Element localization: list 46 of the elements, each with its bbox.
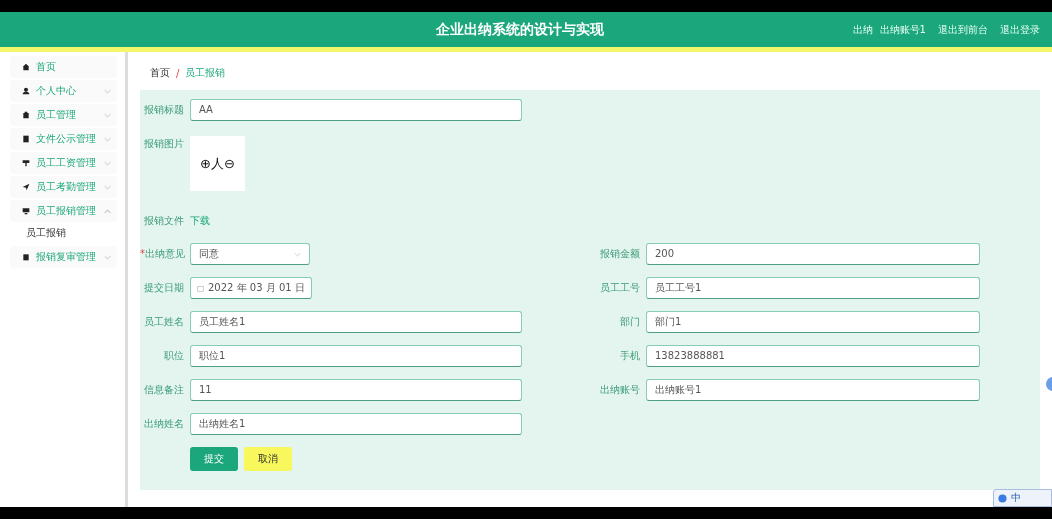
sidebar-subitem[interactable]: 员工报销 xyxy=(26,224,66,242)
chevron-icon xyxy=(294,251,301,257)
input-field[interactable]: 员工姓名1 xyxy=(190,311,522,333)
image-preview: ⊕人⊖ xyxy=(190,136,245,191)
field-label: 报销金额 xyxy=(599,247,640,261)
select-field[interactable]: 同意 xyxy=(190,243,310,265)
calendar-icon xyxy=(197,284,204,292)
field-label: 报销标题 xyxy=(143,103,184,117)
input-field[interactable]: 出纳姓名1 xyxy=(190,413,522,435)
user-info: 出纳 出纳账号1 xyxy=(853,22,926,37)
menu-item-icon xyxy=(22,87,30,95)
menu-item-icon xyxy=(22,183,30,191)
menu-item-icon xyxy=(22,135,30,143)
date-field[interactable]: 2022 年 03 月 01 日 xyxy=(190,277,312,299)
field-label: 手机 xyxy=(619,349,640,363)
ime-mode[interactable]: 中 xyxy=(1011,491,1021,505)
menu-item-icon xyxy=(22,159,30,167)
field-label: 报销文件 xyxy=(143,214,184,228)
input-field[interactable]: AA xyxy=(190,99,522,121)
field-label: 信息备注 xyxy=(143,383,184,397)
field-label: 职位 xyxy=(163,349,184,363)
input-field[interactable]: 部门1 xyxy=(646,311,980,333)
input-field[interactable]: 13823888881 xyxy=(646,345,980,367)
breadcrumb-item[interactable]: 首页 xyxy=(150,66,170,80)
input-field[interactable]: 11 xyxy=(190,379,522,401)
menu-item-icon xyxy=(22,207,30,215)
field-label: 提交日期 xyxy=(143,281,184,295)
input-field[interactable]: 出纳账号1 xyxy=(646,379,980,401)
menu-item-icon xyxy=(22,63,30,71)
cancel-button[interactable]: 取消 xyxy=(244,447,292,471)
field-label: 员工姓名 xyxy=(143,315,184,329)
ime-toolbar[interactable]: 中 xyxy=(993,489,1052,507)
app-title: 企业出纳系统的设计与实现 xyxy=(436,20,604,39)
field-label: 出纳账号 xyxy=(599,383,640,397)
breadcrumb-separator: / xyxy=(176,67,180,79)
field-label: 报销图片 xyxy=(143,137,184,151)
field-label: *出纳意见 xyxy=(140,247,184,261)
input-field[interactable]: 员工工号1 xyxy=(646,277,980,299)
field-label: 员工工号 xyxy=(599,281,640,295)
field-label: 出纳姓名 xyxy=(143,417,184,431)
ime-icon xyxy=(998,493,1007,503)
menu-item-icon xyxy=(22,111,30,119)
input-field[interactable]: 职位1 xyxy=(190,345,522,367)
menu-item-icon xyxy=(22,253,30,261)
field-label: 部门 xyxy=(619,315,640,329)
input-field[interactable]: 200 xyxy=(646,243,980,265)
